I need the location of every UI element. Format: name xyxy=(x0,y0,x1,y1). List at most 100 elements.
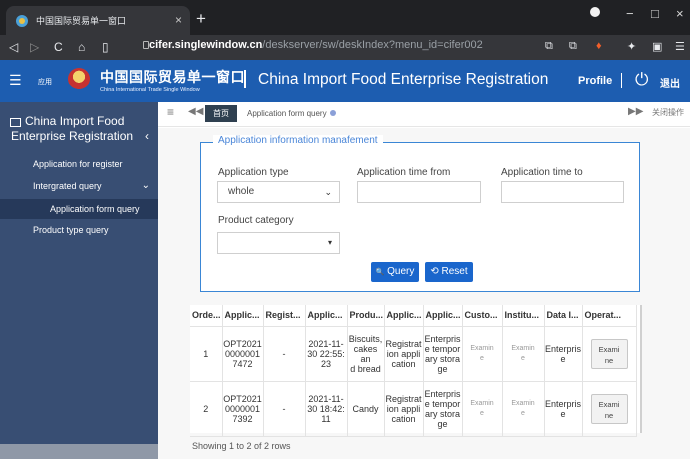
table-cell: Biscuits, cakes an d bread xyxy=(347,326,385,382)
app-header: ☰ 应用 中国国际贸易单一窗口 China International Trad… xyxy=(0,60,690,102)
column-header[interactable]: Custo... xyxy=(462,305,503,327)
table-cell: Registrat ion appli cation xyxy=(384,381,424,437)
sidebar-title: China Import Food Enterprise Registratio… xyxy=(11,114,134,143)
close-tab-icon[interactable]: × xyxy=(175,13,182,27)
table-cell: OPT2021 0000001 7392 xyxy=(222,381,264,437)
column-header[interactable]: Orde... xyxy=(190,305,223,327)
browser-menu-icon[interactable]: ☰ xyxy=(675,40,685,53)
logo-cn-title: 中国国际贸易单一窗口 xyxy=(100,69,245,85)
browser-account-icon[interactable] xyxy=(590,7,600,17)
application-type-label: Application type xyxy=(218,167,289,178)
extensions-puzzle-icon[interactable]: ✦ xyxy=(627,40,636,53)
main-content: Application information manafement Appli… xyxy=(158,128,690,459)
product-category-label: Product category xyxy=(218,215,294,226)
brave-shield-icon[interactable]: ♦ xyxy=(596,40,602,52)
app-title: China Import Food Enterprise Registratio… xyxy=(258,71,549,88)
examine-button[interactable]: Exami ne xyxy=(590,393,628,424)
panel-legend: Application information manafement xyxy=(213,135,383,146)
chevron-down-icon: ⌄ xyxy=(324,187,332,197)
extension-icon[interactable]: ⧉ xyxy=(545,40,553,53)
tab-application-form-query[interactable]: Application form query xyxy=(242,105,336,122)
tab-close-icon[interactable] xyxy=(329,110,336,116)
sidebar-item-label: Application form query xyxy=(50,204,140,214)
sidebar-item-product-type-query[interactable]: Product type query xyxy=(0,220,158,240)
new-tab-icon[interactable]: + xyxy=(196,9,206,29)
address-bar[interactable]: cifer.singlewindow.cn/deskserver/sw/desk… xyxy=(149,39,483,51)
sidebar: China Import Food Enterprise Registratio… xyxy=(0,102,158,459)
sidebar-item-label: Application for register xyxy=(33,159,123,169)
column-header[interactable]: Applic... xyxy=(305,305,348,327)
table-cell: Candy xyxy=(347,381,385,437)
bookmark-icon[interactable]: ▯ xyxy=(102,40,109,54)
browser-tab-title: 中国国际贸易单一窗口 xyxy=(36,16,127,26)
table-cell: Registrat ion appli cation xyxy=(384,326,424,382)
sidebar-collapse-icon[interactable]: ‹ xyxy=(145,129,149,143)
column-header[interactable]: Applic... xyxy=(384,305,424,327)
reset-button-label: Reset xyxy=(441,266,468,277)
column-header[interactable]: Regist... xyxy=(263,305,306,327)
application-type-select[interactable]: whole ⌄ xyxy=(217,181,340,203)
single-window-logo-icon xyxy=(68,68,90,90)
table-cell: Examin e xyxy=(462,381,503,437)
table-cell: 1 xyxy=(190,326,223,382)
sidebar-item-application-form-query[interactable]: Application form query xyxy=(0,199,158,219)
back-icon[interactable]: ◁ xyxy=(9,40,18,54)
tabs-menu-icon[interactable]: ≡ xyxy=(167,105,174,119)
tabs-back-icon[interactable]: ◀◀ xyxy=(188,106,203,117)
minimize-icon[interactable]: − xyxy=(626,6,634,21)
table-cell: OPT2021 0000001 7472 xyxy=(222,326,264,382)
reset-icon: ⟲ xyxy=(430,266,439,277)
column-header[interactable]: Operat... xyxy=(582,305,637,327)
sidebar-footer xyxy=(0,444,158,459)
site-favicon-icon xyxy=(16,14,28,27)
header-separator xyxy=(244,70,246,88)
profile-link[interactable]: Profile xyxy=(578,75,612,87)
column-header[interactable]: Produ... xyxy=(347,305,385,327)
dropdown-arrow-icon: ▾ xyxy=(327,238,332,247)
power-icon[interactable]: ⏻ xyxy=(635,70,648,90)
close-window-icon[interactable]: × xyxy=(676,6,684,21)
close-operations-button[interactable]: 关闭操作 xyxy=(652,107,684,118)
table-cell: Enterpris e tempor ary stora ge xyxy=(423,326,463,382)
reset-button[interactable]: ⟲ Reset xyxy=(425,262,473,282)
table-cell: - xyxy=(263,381,306,437)
sidebar-item-application-for-register[interactable]: Application for register xyxy=(0,154,158,174)
tab-home[interactable]: 首页 xyxy=(205,105,237,122)
query-button[interactable]: 🔍 Query xyxy=(371,262,419,282)
examine-button[interactable]: Exami ne xyxy=(590,338,628,369)
extension-icon[interactable]: ⧉ xyxy=(569,40,577,53)
application-results-table: Orde... Applic... Regist... Applic... Pr… xyxy=(190,305,642,437)
apps-label[interactable]: 应用 xyxy=(38,77,52,87)
browser-tab[interactable]: 中国国际贸易单一窗口 × xyxy=(6,6,190,35)
column-header[interactable]: Applic... xyxy=(423,305,463,327)
forward-icon[interactable]: ▷ xyxy=(30,40,39,54)
address-host: cifer.singlewindow.cn xyxy=(149,39,263,51)
tabs-forward-icon[interactable]: ▶▶ xyxy=(628,106,643,117)
menu-toggle-icon[interactable]: ☰ xyxy=(9,72,22,89)
search-icon: 🔍 xyxy=(375,269,385,276)
table-cell: Examin e xyxy=(502,326,545,382)
pagination-summary: Showing 1 to 2 of 2 rows xyxy=(192,441,291,451)
table-cell: Enterpris e xyxy=(544,326,583,382)
table-cell: Examin e xyxy=(502,381,545,437)
tab-label: Application form query xyxy=(247,109,327,118)
sidebar-item-label: Product type query xyxy=(33,225,109,235)
logout-link[interactable]: 退出 xyxy=(660,75,680,90)
table-header-row: Orde... Applic... Regist... Applic... Pr… xyxy=(190,305,637,327)
time-to-label: Application time to xyxy=(501,167,583,178)
browser-tabbar: 中国国际贸易单一窗口 × + − □ × xyxy=(0,0,690,35)
maximize-icon[interactable]: □ xyxy=(651,6,659,21)
table-cell: Examin e xyxy=(462,326,503,382)
table-cell: Enterpris e tempor ary stora ge xyxy=(423,381,463,437)
product-category-select[interactable]: ▾ xyxy=(217,232,340,254)
column-header[interactable]: Data I... xyxy=(544,305,583,327)
time-from-field[interactable] xyxy=(357,181,481,203)
reload-icon[interactable]: C xyxy=(54,40,63,54)
wallet-icon[interactable]: ▣ xyxy=(652,40,662,53)
table-cell: - xyxy=(263,326,306,382)
sidebar-item-intergrated-query[interactable]: Intergrated query ⌄ xyxy=(0,176,158,196)
column-header[interactable]: Applic... xyxy=(222,305,264,327)
column-header[interactable]: Institu... xyxy=(502,305,545,327)
time-to-field[interactable] xyxy=(501,181,624,203)
home-icon[interactable]: ⌂ xyxy=(78,40,85,54)
